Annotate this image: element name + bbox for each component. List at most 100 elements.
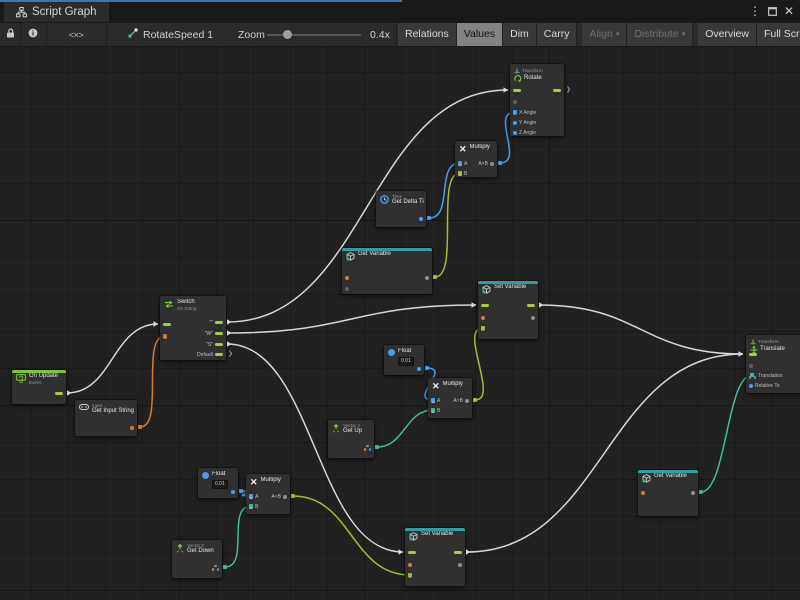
node-switch-on-string[interactable]: SwitchOn String"""W""S"Default [160,296,226,360]
node-vector3-get-down[interactable]: Vector 3Get Down [172,540,222,578]
info-button[interactable] [21,23,45,46]
port-dot[interactable] [513,98,517,105]
port-dot[interactable] [345,274,349,281]
node-set-variable-bottom[interactable]: Set Variable [405,528,465,586]
port-dot[interactable] [481,325,485,332]
tab-script-graph[interactable]: Script Graph [4,2,109,22]
toolbar-button-overview[interactable]: Overview [698,23,757,46]
zoom-slider-handle[interactable] [283,30,292,39]
port-relative-to[interactable]: Relative To [749,382,780,389]
value-input[interactable]: 0.01 [398,357,414,366]
port-dot[interactable] [408,572,412,579]
port-flow[interactable] [481,302,489,309]
window-close-button[interactable]: ✕ [784,0,794,22]
port-a[interactable]: A [249,493,258,500]
port-dot[interactable] [458,561,462,568]
port-dot[interactable] [408,561,412,568]
port-dot[interactable] [531,314,535,321]
port-dot[interactable] [130,424,134,431]
value-port-icon [481,327,485,331]
toolbar-button-carry[interactable]: Carry [537,23,578,46]
port-flow[interactable] [408,549,416,556]
port-translation[interactable]: Translation [749,372,783,379]
port-dot[interactable] [231,488,235,495]
node-float-mid[interactable]: Float0.01 [384,345,424,375]
port-flow[interactable] [55,390,63,397]
port-label: Y Angle [519,120,536,126]
port-default[interactable]: Default [197,351,223,358]
node-transform-translate[interactable]: TransformTranslateTranslationRelative To [746,335,800,393]
node-multiply-bottom[interactable]: ✕MultiplyAA×BB [246,474,290,514]
value-port-icon [691,491,695,495]
port-b[interactable]: B [431,407,440,414]
port-label: Translation [758,373,783,379]
variable-icon [482,285,491,294]
port-a-b[interactable]: A×B [478,160,494,167]
port-a-b[interactable]: A×B [271,493,287,500]
port-dot[interactable] [345,285,349,292]
value-port-icon [130,426,134,430]
node-get-delta-time[interactable]: TimeGet Delta Time [376,191,426,227]
window-menu-button[interactable]: ⋮ [749,0,761,22]
lock-button[interactable] [2,23,18,46]
port-dot[interactable] [419,215,423,222]
port-dot[interactable] [481,314,485,321]
zoom-slider[interactable] [267,34,361,36]
port-dot[interactable] [691,489,695,496]
port-flow[interactable] [749,351,757,358]
port-y-angle[interactable]: Y Angle [513,119,536,126]
graph-canvas[interactable] [0,45,800,600]
toolbar-button-values[interactable]: Values [457,23,503,46]
port-vec[interactable] [212,564,219,571]
node-get-variable-top[interactable]: Get Variable [342,248,432,294]
port-a[interactable]: A [458,160,467,167]
port-[interactable]: "" [209,319,223,326]
port-b[interactable]: B [249,503,258,510]
gamepad-icon [79,404,89,415]
port-a[interactable]: A [431,397,440,404]
node-multiply-top[interactable]: ✕MultiplyAA×BB [455,141,497,177]
port-z-angle[interactable]: Z Angle [513,129,536,136]
node-get-input-string[interactable]: InputGet Input String [75,400,137,436]
port-dot[interactable] [417,365,421,372]
node-multiply-mid[interactable]: ✕Multiply A A×B B [428,378,472,418]
toolbar-button-dim[interactable]: Dim [503,23,537,46]
graph-breadcrumb[interactable]: RotateSpeed 1 [128,23,213,46]
port-x-angle[interactable]: X Angle [513,109,536,116]
port-b[interactable]: B [458,170,467,177]
port-vec[interactable] [364,444,371,451]
node-float-bottom[interactable]: Float 0.01 [198,468,238,498]
toolbar-button-distribute[interactable]: Distribute▾ [627,23,693,46]
port-dot[interactable] [163,333,167,340]
node-set-variable-mid[interactable]: Set Variable [478,281,538,339]
port-s[interactable]: "S" [206,341,223,348]
node-title: Float [212,471,225,478]
port-dot[interactable] [425,274,429,281]
port-dot[interactable] [749,362,753,369]
port-flow[interactable] [553,87,561,94]
node-header: ✕Multiply [432,381,470,391]
node-header: Set Variable [482,284,536,294]
port-flow[interactable] [527,302,535,309]
value-port-icon [458,563,462,567]
port-flow[interactable] [513,87,521,94]
node-title: Get Up [343,428,362,435]
window-maximize-button[interactable] [768,7,777,16]
toolbar-button-relations[interactable]: Relations [398,23,457,46]
toolbar-button-full-screen[interactable]: Full Screen [757,23,800,46]
node-header: Set Variable [409,531,463,541]
port-w[interactable]: "W" [205,330,223,337]
port-a-b[interactable]: A×B [453,397,469,404]
port-dot[interactable] [641,489,645,496]
code-preview-button[interactable]: <×> [47,23,105,46]
node-on-update[interactable]: On UpdateEvent [12,370,66,404]
node-get-variable-right[interactable]: Get Variable [638,470,698,516]
toolbar-button-align[interactable]: Align▾ [582,23,627,46]
node-transform-rotate[interactable]: TransformRotateX AngleY AngleZ Angle [510,64,564,136]
value-port-icon [431,409,435,413]
value-input[interactable]: 0.01 [212,480,228,489]
port-flow[interactable] [163,321,171,328]
node-vector3-get-up[interactable]: Vector 3Get Up [328,420,374,458]
port-flow[interactable] [454,549,462,556]
clock-icon [380,195,389,206]
